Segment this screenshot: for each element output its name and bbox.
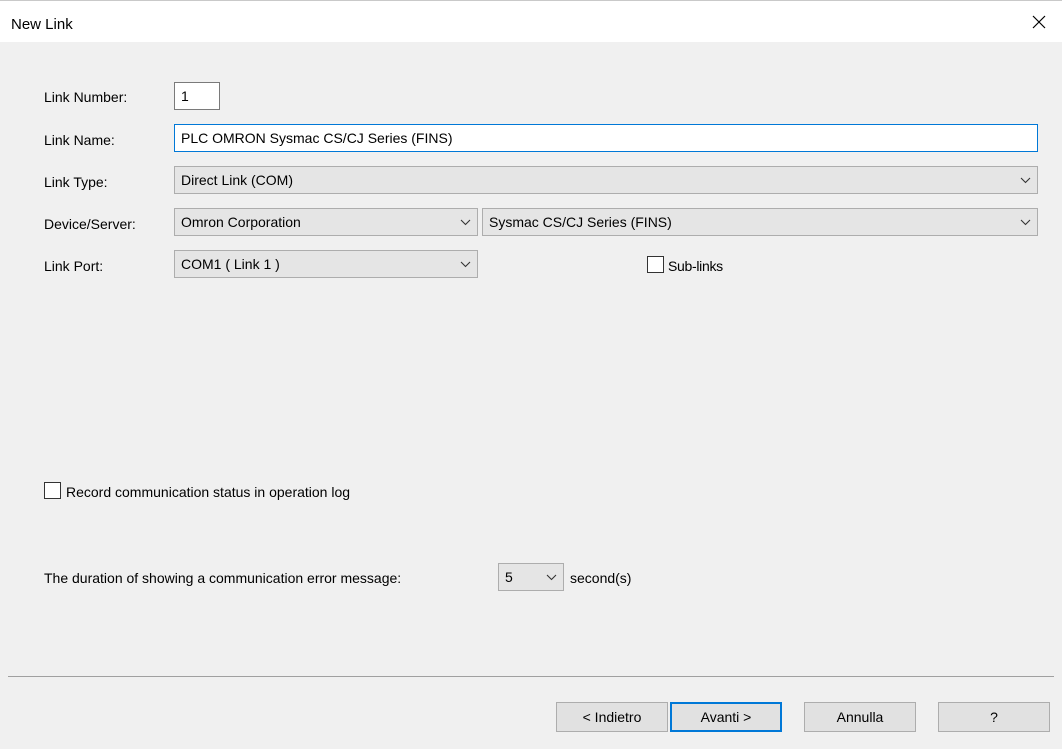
- manufacturer-value: Omron Corporation: [181, 214, 301, 230]
- record-status-label[interactable]: Record communication status in operation…: [66, 484, 350, 500]
- sublinks-label[interactable]: Sub-links: [668, 258, 723, 274]
- close-icon: [1032, 15, 1046, 29]
- device-server-label: Device/Server:: [44, 216, 136, 232]
- link-port-label: Link Port:: [44, 258, 104, 274]
- chevron-down-icon: [546, 574, 557, 581]
- link-name-field[interactable]: PLC OMRON Sysmac CS/CJ Series (FINS): [174, 124, 1038, 152]
- manufacturer-dropdown[interactable]: Omron Corporation: [174, 208, 478, 236]
- chevron-down-icon: [1020, 177, 1031, 184]
- duration-unit: second(s): [570, 570, 632, 586]
- link-type-dropdown[interactable]: Direct Link (COM): [174, 166, 1038, 194]
- duration-label: The duration of showing a communication …: [44, 570, 402, 586]
- close-button[interactable]: [1016, 1, 1062, 43]
- link-type-label: Link Type:: [44, 174, 108, 190]
- chevron-down-icon: [1020, 219, 1031, 226]
- link-type-value: Direct Link (COM): [181, 172, 294, 188]
- title-bar: New Link: [0, 0, 1062, 42]
- next-button[interactable]: Avanti >: [670, 702, 782, 732]
- duration-value: 5: [505, 569, 513, 585]
- back-button[interactable]: < Indietro: [556, 702, 668, 732]
- separator: [8, 676, 1054, 677]
- cancel-button[interactable]: Annulla: [804, 702, 916, 732]
- link-port-dropdown[interactable]: COM1 ( Link 1 ): [174, 250, 478, 278]
- window-title: New Link: [11, 16, 73, 33]
- link-port-value: COM1 ( Link 1 ): [181, 256, 280, 272]
- link-name-label: Link Name:: [44, 132, 115, 148]
- device-dropdown[interactable]: Sysmac CS/CJ Series (FINS): [482, 208, 1038, 236]
- sublinks-checkbox[interactable]: [647, 256, 664, 273]
- link-number-field[interactable]: 1: [174, 82, 220, 110]
- record-status-checkbox[interactable]: [44, 482, 61, 499]
- help-button[interactable]: ?: [938, 702, 1050, 732]
- link-number-label: Link Number:: [44, 89, 128, 105]
- chevron-down-icon: [460, 261, 471, 268]
- device-value: Sysmac CS/CJ Series (FINS): [489, 214, 672, 230]
- duration-dropdown[interactable]: 5: [498, 563, 564, 591]
- chevron-down-icon: [460, 219, 471, 226]
